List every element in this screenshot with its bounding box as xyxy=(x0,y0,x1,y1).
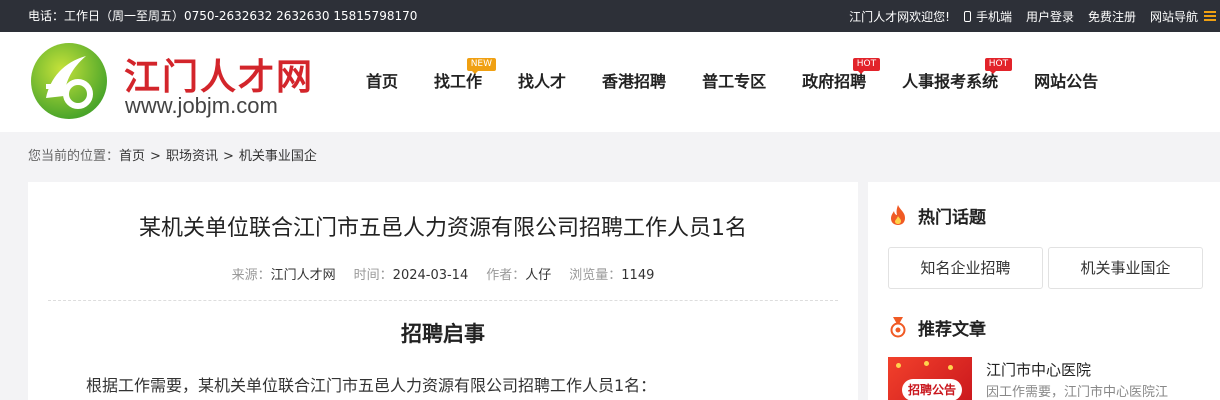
main-nav: 首页 找工作 NEW 找人才 香港招聘 普工专区 政府招聘 HOT 人事报考系统 HO… xyxy=(366,32,1134,132)
breadcrumb-separator: > xyxy=(150,149,161,164)
article-sub-heading: 招聘启事 xyxy=(401,322,485,346)
mobile-link[interactable]: 手机端 xyxy=(963,8,1012,25)
recommended-article-desc: 因工作需要，江门市中心医院江 xyxy=(986,385,1169,400)
breadcrumb: 您当前的位置：首页 > 职场资讯 > 机关事业国企 xyxy=(28,132,317,182)
welcome-text: 江门人才网欢迎您! xyxy=(849,9,950,24)
menu-icon xyxy=(1204,11,1216,21)
meta-author-label: 作者： xyxy=(486,268,526,283)
meta-time: 2024-03-14 xyxy=(392,268,469,283)
nav-item-exam-system[interactable]: 人事报考系统 HOT xyxy=(902,32,1013,132)
meta-views: 1149 xyxy=(621,268,655,283)
article-thumbnail[interactable]: 招聘公告 xyxy=(888,357,972,400)
hot-badge: HOT xyxy=(984,58,1013,74)
nav-label: 找工作 xyxy=(434,72,483,91)
logo-mark-icon xyxy=(31,43,107,119)
site-nav-link[interactable]: 网站导航 xyxy=(1150,8,1216,25)
confetti-dot xyxy=(948,365,953,370)
top-bar-links: 江门人才网欢迎您! 手机端 用户登录 免费注册 网站导航 xyxy=(849,0,1220,32)
breadcrumb-prefix: 您当前的位置： xyxy=(28,149,120,164)
phone-icon xyxy=(963,10,971,22)
article-panel: 某机关单位联合江门市五邑人力资源有限公司招聘工作人员1名 来源：江门人才网 时间：… xyxy=(28,182,858,400)
nav-label: 香港招聘 xyxy=(602,72,667,91)
breadcrumb-career-news[interactable]: 职场资讯 xyxy=(166,149,218,164)
nav-label: 网站公告 xyxy=(1034,72,1099,91)
nav-label: 普工专区 xyxy=(702,72,767,91)
site-header: 江门人才网 www.jobjm.com 首页 找工作 NEW 找人才 香港招聘 普… xyxy=(0,32,1220,132)
nav-label: 人事报考系统 xyxy=(902,72,999,91)
recommended-title: 推荐文章 xyxy=(918,319,986,340)
recommended-heading: 推荐文章 xyxy=(888,314,986,340)
nav-item-find-talent[interactable]: 找人才 xyxy=(518,32,566,132)
meta-divider xyxy=(48,300,838,301)
logo-text-en: www.jobjm.com xyxy=(125,93,278,118)
flame-icon xyxy=(891,205,905,225)
breadcrumb-home[interactable]: 首页 xyxy=(119,149,145,164)
nav-item-find-job[interactable]: 找工作 NEW xyxy=(434,32,497,132)
topic-button[interactable]: 知名企业招聘 xyxy=(888,247,1043,289)
breadcrumb-separator: > xyxy=(222,149,234,164)
article-paragraph: 根据工作需要，某机关单位联合江门市五邑人力资源有限公司招聘工作人员1名： xyxy=(86,376,657,395)
mobile-label: 手机端 xyxy=(975,9,1012,24)
hot-topics-title: 热门话题 xyxy=(918,207,986,228)
nav-item-gov-jobs[interactable]: 政府招聘 HOT xyxy=(802,32,881,132)
top-bar: 电话：工作日（周一至周五）0750-2632632 2632630 158157… xyxy=(0,0,1220,32)
login-link[interactable]: 用户登录 xyxy=(1026,8,1074,25)
thumbnail-badge: 招聘公告 xyxy=(902,379,962,400)
recommended-article-title[interactable]: 江门市中心医院 xyxy=(986,359,1091,380)
topic-button[interactable]: 机关事业国企 xyxy=(1048,247,1203,289)
register-link[interactable]: 免费注册 xyxy=(1088,8,1136,25)
breadcrumb-gov-enterprise[interactable]: 机关事业国企 xyxy=(239,149,317,164)
hot-badge: HOT xyxy=(852,58,881,74)
meta-views-label: 浏览量： xyxy=(569,268,622,283)
meta-author: 人仔 xyxy=(525,268,552,283)
site-logo[interactable]: 江门人才网 www.jobjm.com xyxy=(28,38,318,124)
nav-item-hk-jobs[interactable]: 香港招聘 xyxy=(602,32,666,132)
meta-source: 江门人才网 xyxy=(270,268,336,283)
article-title: 某机关单位联合江门市五邑人力资源有限公司招聘工作人员1名 xyxy=(139,216,747,241)
nav-item-home[interactable]: 首页 xyxy=(366,32,398,132)
nav-item-general-workers[interactable]: 普工专区 xyxy=(702,32,766,132)
sidebar: 热门话题 知名企业招聘 机关事业国企 推荐文章 招聘公告 江门市中心医院 因工作… xyxy=(868,182,1220,400)
hot-topics-heading: 热门话题 xyxy=(888,202,986,228)
contact-info: 电话：工作日（周一至周五）0750-2632632 2632630 158157… xyxy=(28,9,418,23)
article-meta: 来源：江门人才网 时间：2024-03-14 作者：人仔 浏览量：1149 xyxy=(28,264,858,283)
new-badge: NEW xyxy=(466,58,497,74)
nav-label: 找人才 xyxy=(518,72,567,91)
confetti-dot xyxy=(896,363,901,368)
meta-source-label: 来源： xyxy=(231,268,271,283)
site-nav-label: 网站导航 xyxy=(1149,9,1198,24)
nav-label: 政府招聘 xyxy=(802,72,867,91)
nav-item-announcements[interactable]: 网站公告 xyxy=(1034,32,1098,132)
confetti-dot xyxy=(924,361,929,366)
nav-label: 首页 xyxy=(366,72,399,91)
medal-icon xyxy=(890,317,906,338)
meta-time-label: 时间： xyxy=(353,268,393,283)
